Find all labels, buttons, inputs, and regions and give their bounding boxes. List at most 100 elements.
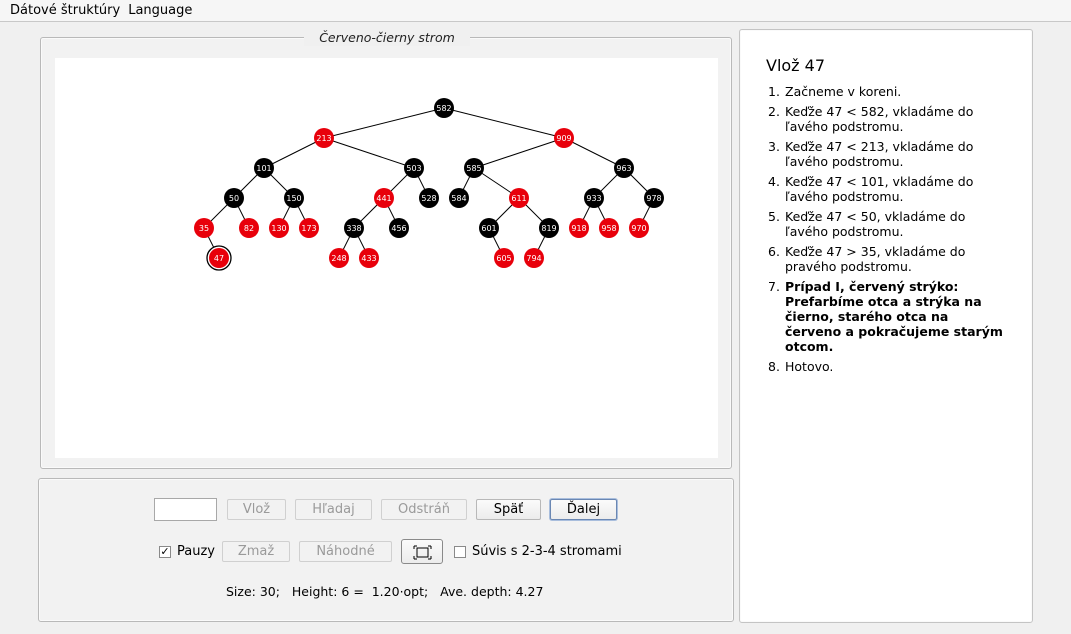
tree-node-47: 47: [206, 245, 232, 271]
tree-edge: [443, 107, 565, 139]
search-button[interactable]: Hľadaj: [295, 499, 372, 520]
step-number: 5.: [768, 209, 780, 224]
node-label: 585: [466, 164, 481, 173]
info-title: Vlož 47: [766, 56, 826, 75]
tree-node-978: 978: [644, 188, 664, 208]
tree-node-909: 909: [554, 128, 574, 148]
tree-canvas[interactable]: 35 47 50 82 101 130 150 173 213 248 338 433 441 456 50…: [55, 58, 718, 458]
fit-icon: [413, 545, 432, 560]
tree-node-338: 338: [344, 218, 364, 238]
tree-node-173: 173: [299, 218, 319, 238]
tree-node-963: 963: [614, 158, 634, 178]
step-text: Hotovo.: [785, 359, 834, 374]
delete-button[interactable]: Odstráň: [381, 499, 467, 520]
node-label: 82: [244, 224, 254, 233]
node-label: 441: [376, 194, 391, 203]
tree-node-213: 213: [314, 128, 334, 148]
tree-node-582: 582: [434, 98, 454, 118]
fit-to-window-button[interactable]: [401, 539, 443, 564]
step-text: Keďže 47 < 213, vkladáme do ľavého podst…: [785, 139, 974, 169]
tree-node-605: 605: [494, 248, 514, 268]
tree-node-433: 433: [359, 248, 379, 268]
tree-node-248: 248: [329, 248, 349, 268]
tree-edge: [263, 137, 325, 169]
link234-checkbox-row[interactable]: Súvis s 2-3-4 stromami: [454, 544, 622, 559]
menu-language[interactable]: Language: [124, 3, 196, 18]
node-label: 101: [256, 164, 271, 173]
back-button[interactable]: Späť: [476, 499, 541, 520]
tree-node-601: 601: [479, 218, 499, 238]
tree-node-611: 611: [509, 188, 529, 208]
tree-node-441: 441: [374, 188, 394, 208]
step-text: Začneme v koreni.: [785, 84, 902, 99]
node-label: 601: [481, 224, 496, 233]
pause-checkbox-row[interactable]: ✓ Pauzy: [159, 544, 215, 559]
tree-node-958: 958: [599, 218, 619, 238]
step-number: 6.: [768, 244, 780, 259]
value-input[interactable]: [154, 498, 217, 521]
tree-edge: [323, 137, 415, 169]
tree-panel-title: Červeno-čierny strom: [304, 30, 470, 46]
step-number: 1.: [768, 84, 780, 99]
tree-node-503: 503: [404, 158, 424, 178]
step-number: 2.: [768, 104, 780, 119]
step-text: Keďže 47 > 35, vkladáme do pravého podst…: [785, 244, 966, 274]
insert-button[interactable]: Vlož: [227, 499, 286, 520]
tree-node-794: 794: [524, 248, 544, 268]
node-label: 47: [214, 254, 224, 263]
info-panel: Vlož 47 1. Začneme v koreni. 2. Keďže 47 < …: [739, 29, 1033, 623]
tree-edge: [473, 137, 565, 169]
node-label: 611: [511, 194, 526, 203]
step-item: 7. Prípad I, červený strýko: Prefarbíme o…: [768, 279, 1008, 354]
node-label: 963: [616, 164, 631, 173]
node-label: 433: [361, 254, 376, 263]
next-button[interactable]: Ďalej: [550, 499, 617, 520]
tree-node-150: 150: [284, 188, 304, 208]
clear-button[interactable]: Zmaž: [222, 541, 290, 562]
step-number: 7.: [768, 279, 780, 294]
node-label: 503: [406, 164, 421, 173]
tree-node-585: 585: [464, 158, 484, 178]
step-number: 8.: [768, 359, 780, 374]
node-label: 50: [229, 194, 239, 203]
step-text: Prípad I, červený strýko: Prefarbíme otc…: [785, 279, 1003, 354]
tree-node-35: 35: [194, 218, 214, 238]
step-number: 3.: [768, 139, 780, 154]
step-item: 6. Keďže 47 > 35, vkladáme do pravého pod…: [768, 244, 1008, 274]
tree-node-130: 130: [269, 218, 289, 238]
tree-node-918: 918: [569, 218, 589, 238]
node-label: 213: [316, 134, 331, 143]
step-item: 3. Keďže 47 < 213, vkladáme do ľavého pod…: [768, 139, 1008, 169]
node-label: 173: [301, 224, 316, 233]
step-item: 2. Keďže 47 < 582, vkladáme do ľavého pod…: [768, 104, 1008, 134]
node-label: 582: [436, 104, 451, 113]
tree-node-101: 101: [254, 158, 274, 178]
tree-node-584: 584: [449, 188, 469, 208]
tree-node-456: 456: [389, 218, 409, 238]
step-text: Keďže 47 < 50, vkladáme do ľavého podstr…: [785, 209, 966, 239]
step-item: 5. Keďže 47 < 50, vkladáme do ľavého pods…: [768, 209, 1008, 239]
menu-data-structures[interactable]: Dátové štruktúry: [6, 3, 124, 18]
step-item: 1. Začneme v koreni.: [768, 84, 1008, 99]
node-label: 970: [631, 224, 646, 233]
tree-node-933: 933: [584, 188, 604, 208]
node-label: 958: [601, 224, 616, 233]
steps-list: 1. Začneme v koreni. 2. Keďže 47 < 582, vkl…: [768, 84, 1008, 379]
node-label: 933: [586, 194, 601, 203]
tree-node-82: 82: [239, 218, 259, 238]
tree-stats: Size: 30; Height: 6 = 1.20·opt; Ave. dep…: [226, 584, 544, 599]
link234-checkbox[interactable]: [454, 545, 466, 558]
tree-panel: Červeno-čierny strom 35 47 50 82 101 130 150 17…: [40, 30, 732, 469]
step-item: 4. Keďže 47 < 101, vkladáme do ľavého pod…: [768, 174, 1008, 204]
menu-bar: Dátové štruktúry Language: [0, 0, 1071, 22]
tree-node-819: 819: [539, 218, 559, 238]
tree-node-50: 50: [224, 188, 244, 208]
node-label: 978: [646, 194, 661, 203]
node-label: 130: [271, 224, 286, 233]
pause-checkbox[interactable]: ✓: [159, 545, 171, 558]
random-button[interactable]: Náhodné: [299, 541, 392, 562]
node-label: 456: [391, 224, 406, 233]
step-text: Keďže 47 < 582, vkladáme do ľavého podst…: [785, 104, 974, 134]
tree-edge: [323, 107, 445, 139]
node-label: 918: [571, 224, 586, 233]
